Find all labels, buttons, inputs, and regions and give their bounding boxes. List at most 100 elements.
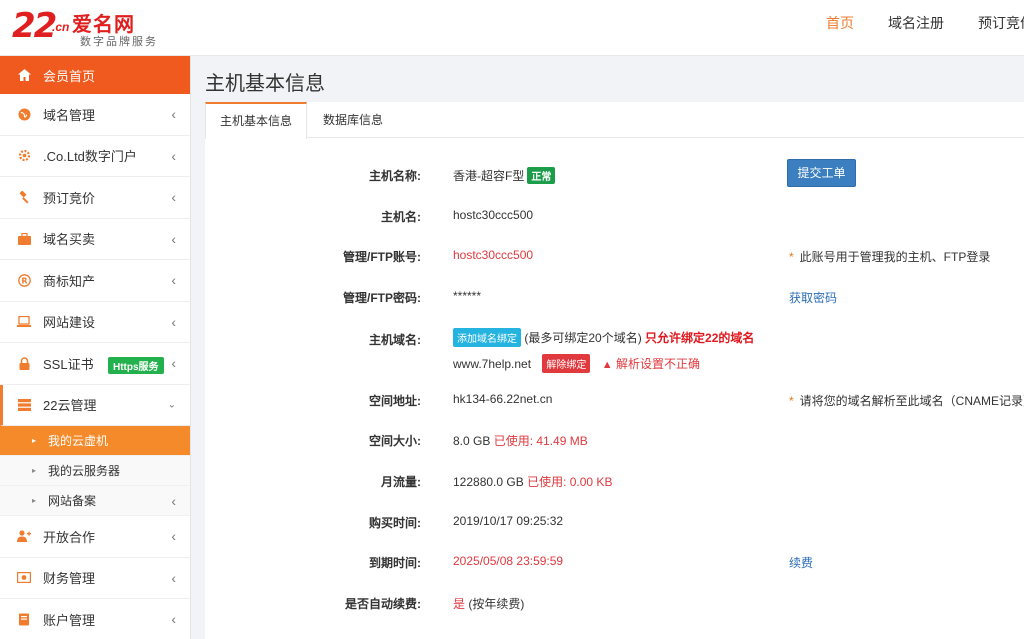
sidebar-item-finance[interactable]: 财务管理 ‹ (0, 558, 190, 599)
sidebar-item-label: 预订竞价 (43, 190, 96, 206)
sidebar-item-domain-manage[interactable]: 域名管理 ‹ (0, 94, 190, 136)
unbind-button[interactable]: 解除绑定 (542, 354, 591, 373)
sidebar-subitem-label: 我的云服务器 (48, 464, 121, 478)
gavel-icon (17, 190, 31, 204)
sidebar-item-label: 会员首页 (43, 68, 96, 84)
nav-booking-bid[interactable]: 预订竞价 (978, 0, 1024, 56)
bind-limit-hint: (最多可绑定20个域名) (524, 331, 642, 345)
server-icon (17, 398, 31, 412)
chevron-left-icon: ‹ (171, 611, 176, 628)
top-nav: 首页 域名注册 预订竞价 (826, 0, 1024, 56)
chevron-left-icon: ‹ (171, 313, 176, 330)
nav-domain-register[interactable]: 域名注册 (888, 0, 944, 56)
field-value: hostc30ccc500 (453, 208, 534, 222)
users-icon (17, 529, 31, 543)
status-badge: 正常 (527, 167, 556, 184)
sidebar-item-trademark[interactable]: R 商标知产 ‹ (0, 260, 190, 302)
nav-home[interactable]: 首页 (826, 0, 854, 56)
logo[interactable]: 22 .cn 爱名网 数字品牌服务 (12, 6, 162, 50)
tab-host-info[interactable]: 主机基本信息 (205, 102, 308, 139)
field-label: 空间大小: (369, 434, 421, 448)
resolve-warning: 解析设置不正确 (615, 357, 700, 371)
briefcase-icon (17, 232, 31, 246)
bound-domain: www.7help.net (453, 357, 532, 371)
field-label: 管理/FTP账号: (343, 250, 421, 264)
sidebar-item-label: 开放合作 (43, 529, 96, 545)
logo-number: 22 (12, 6, 57, 46)
note-text: 请将您的域名解析至此域名（CNAME记录） (799, 394, 1024, 408)
sidebar-item-label: 账户管理 (43, 612, 96, 628)
sidebar-item-cloud[interactable]: 22云管理 ⌄ (0, 384, 190, 426)
get-password-link[interactable]: 获取密码 (789, 289, 837, 306)
money-icon (17, 571, 31, 585)
main-content: 主机基本信息 主机基本信息 数据库信息 提交工单 主机名称: 香港-超容F型 正常… (191, 56, 1024, 639)
note-text: 此账号用于管理我的主机、FTP登录 (799, 250, 991, 264)
auto-renew-value: 是 (453, 597, 466, 611)
field-value: 2025/05/08 23:59:59 (453, 554, 564, 568)
sidebar-item-coltd[interactable]: .Co.Ltd数字门户 ‹ (0, 136, 190, 177)
chevron-left-icon: ‹ (171, 355, 176, 372)
laptop-icon (17, 315, 31, 329)
tab-database-info[interactable]: 数据库信息 (309, 102, 397, 137)
sidebar-item-domain-trade[interactable]: 域名买卖 ‹ (0, 219, 190, 260)
bound-domain-row: www.7help.net 解除绑定 ▲ 解析设置不正确 (453, 354, 700, 373)
field-value: 122880.0 GB 已使用: 0.00 KB (453, 473, 612, 490)
field-label: 购买时间: (369, 516, 421, 530)
sidebar-item-home[interactable]: 会员首页 (0, 56, 190, 94)
field-label: 主机名: (381, 210, 421, 224)
bind-warning: 只允许绑定22的域名 (645, 331, 755, 345)
bullet-icon: ▸ (32, 496, 37, 505)
field-label: 空间地址: (369, 394, 421, 408)
field-value: 是 (按年续费) (453, 595, 524, 612)
sidebar-subitem-icp[interactable]: ▸ 网站备案 ‹ (0, 486, 190, 516)
sidebar-subitem-cloud-server[interactable]: ▸ 我的云服务器 (0, 456, 190, 486)
tab-bar: 主机基本信息 数据库信息 (205, 102, 1024, 139)
sidebar-item-ssl[interactable]: SSL证书 Https服务 ‹ (0, 343, 190, 385)
field-value: 添加域名绑定 (最多可绑定20个域名) 只允许绑定22的域名 (453, 328, 754, 347)
sidebar-item-label: .Co.Ltd数字门户 (43, 149, 137, 165)
chevron-left-icon: ‹ (171, 569, 176, 586)
logo-tagline: 数字品牌服务 (80, 36, 158, 48)
add-domain-bind-button[interactable]: 添加域名绑定 (453, 328, 521, 347)
https-badge: Https服务 (108, 357, 164, 374)
chevron-left-icon: ‹ (171, 147, 176, 164)
sidebar-item-label: 域名买卖 (43, 232, 96, 248)
registered-icon: R (17, 273, 31, 287)
submit-ticket-button[interactable]: 提交工单 (787, 159, 856, 187)
chevron-down-icon: ⌄ (167, 399, 176, 411)
field-value: 香港-超容F型 正常 (453, 167, 556, 184)
traffic-used: 已使用: 0.00 KB (527, 475, 613, 489)
asterisk-icon: * (789, 394, 794, 408)
field-label: 主机名称: (369, 169, 421, 183)
traffic-value: 122880.0 GB (453, 475, 524, 489)
bullet-icon: ▸ (32, 466, 37, 475)
svg-text:R: R (21, 276, 27, 285)
chevron-left-icon: ‹ (171, 272, 176, 289)
field-value: 8.0 GB 已使用: 41.49 MB (453, 432, 588, 449)
sidebar-item-account[interactable]: 账户管理 ‹ (0, 599, 190, 639)
sidebar-subitem-vhost[interactable]: ▸ 我的云虚机 (0, 426, 190, 456)
asterisk-icon: * (789, 250, 794, 264)
field-value: hk134-66.22net.cn (453, 392, 553, 406)
sidebar-item-label: 商标知产 (43, 273, 96, 289)
renew-link[interactable]: 续费 (789, 554, 813, 571)
sidebar-item-partner[interactable]: 开放合作 ‹ (0, 516, 190, 558)
sidebar-item-label: 网站建设 (43, 315, 96, 331)
warning-icon: ▲ (601, 359, 613, 371)
sidebar-item-website[interactable]: 网站建设 ‹ (0, 302, 190, 343)
gear-icon (17, 149, 31, 163)
top-header: 22 .cn 爱名网 数字品牌服务 首页 域名注册 预订竞价 (0, 0, 1024, 56)
field-label: 管理/FTP密码: (343, 291, 421, 305)
logo-tld: .cn (52, 20, 70, 34)
lock-icon (17, 356, 31, 370)
info-panel: 主机基本信息 数据库信息 提交工单 主机名称: 香港-超容F型 正常 主机名: h… (205, 102, 1024, 639)
sidebar-item-label: SSL证书 (43, 356, 94, 372)
field-label: 主机域名: (369, 333, 421, 347)
auto-renew-suffix: (按年续费) (468, 597, 525, 611)
bullet-icon: ▸ (32, 436, 37, 445)
sidebar-subitem-label: 我的云虚机 (48, 434, 109, 448)
sidebar-item-label: 域名管理 (43, 107, 96, 123)
sidebar-item-booking[interactable]: 预订竞价 ‹ (0, 177, 190, 219)
field-note: * 请将您的域名解析至此域名（CNAME记录） (789, 392, 1024, 409)
field-note: * 此账号用于管理我的主机、FTP登录 (789, 248, 990, 265)
